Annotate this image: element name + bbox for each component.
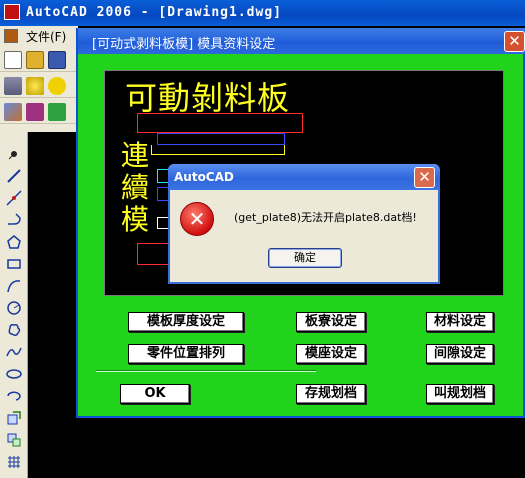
error-icon: ✕ [180, 202, 214, 236]
autocad-logo-icon [4, 4, 20, 20]
error-dialog-title-bar[interactable]: AutoCAD ✕ [168, 164, 440, 190]
die-base-button[interactable]: 模座设定 [296, 344, 366, 364]
lightbulb-icon[interactable] [26, 77, 44, 95]
spline-icon[interactable] [4, 342, 24, 362]
open-file-icon[interactable] [26, 51, 44, 69]
menu-file[interactable]: 文件(F) [26, 28, 66, 45]
menu-bar: 文件(F) [0, 26, 78, 46]
layer-tool-icon[interactable] [48, 103, 66, 121]
error-ok-button[interactable]: 确定 [268, 248, 342, 268]
circle-icon[interactable] [4, 298, 24, 318]
dialog-title-bar[interactable]: [可动式剥料板模] 模具资料设定 ✕ [78, 28, 525, 54]
app-title-bar: AutoCAD 2006 - [Drawing1.dwg] [0, 0, 525, 26]
preview-char-2: 續 [121, 171, 150, 204]
material-button[interactable]: 材料设定 [426, 312, 494, 332]
new-file-icon[interactable] [4, 51, 22, 69]
document-icon[interactable] [4, 29, 18, 43]
preview-yellow-frame [151, 145, 285, 155]
sun-icon[interactable] [48, 77, 66, 95]
dialog-close-icon[interactable]: ✕ [504, 31, 525, 52]
ok-button[interactable]: OK [120, 384, 190, 404]
part-position-button[interactable]: 零件位置排列 [128, 344, 244, 364]
insert-block-icon[interactable] [4, 408, 24, 428]
revision-cloud-icon[interactable] [4, 320, 24, 340]
preview-char-3: 模 [121, 203, 150, 236]
toolbar-row-1 [0, 48, 78, 72]
preview-char-1: 連 [121, 139, 150, 172]
plate-thickness-button[interactable]: 模板厚度设定 [128, 312, 244, 332]
layers-icon[interactable] [4, 77, 22, 95]
load-plan-button[interactable]: 叫规划档 [426, 384, 494, 404]
ellipse-icon[interactable] [4, 364, 24, 384]
make-block-icon[interactable] [4, 430, 24, 450]
app-title: AutoCAD 2006 - [Drawing1.dwg] [26, 5, 282, 20]
save-icon[interactable] [48, 51, 66, 69]
rectangle-icon[interactable] [4, 254, 24, 274]
ellipse-arc-icon[interactable] [4, 386, 24, 406]
toolbar-row-3 [0, 100, 78, 124]
plate-gap-button[interactable]: 板寮设定 [296, 312, 366, 332]
preview-blue-frame [157, 133, 285, 145]
button-separator [96, 370, 316, 372]
save-plan-button[interactable]: 存规划档 [296, 384, 366, 404]
polyline-icon[interactable] [4, 210, 24, 230]
error-dialog: AutoCAD ✕ ✕ (get_plate8)无法开启plate8.dat档!… [168, 164, 440, 284]
error-close-icon[interactable]: ✕ [414, 167, 435, 188]
match-properties-icon[interactable] [26, 103, 44, 121]
line-icon[interactable] [4, 166, 24, 186]
clearance-button[interactable]: 间隙设定 [426, 344, 494, 364]
arc-icon[interactable] [4, 276, 24, 296]
preview-red-frame-top [137, 113, 303, 133]
error-dialog-title: AutoCAD [174, 170, 234, 184]
draw-toolbar [0, 132, 28, 478]
toolbar-row-2 [0, 74, 78, 98]
construction-line-icon[interactable] [4, 188, 24, 208]
point-icon[interactable] [4, 144, 24, 164]
properties-icon[interactable] [4, 103, 22, 121]
dialog-title: [可动式剥料板模] 模具资料设定 [92, 37, 276, 52]
error-message: (get_plate8)无法开启plate8.dat档! [234, 211, 417, 224]
standard-toolbar [0, 46, 78, 132]
point-grid-icon[interactable] [4, 452, 24, 472]
polygon-icon[interactable] [4, 232, 24, 252]
